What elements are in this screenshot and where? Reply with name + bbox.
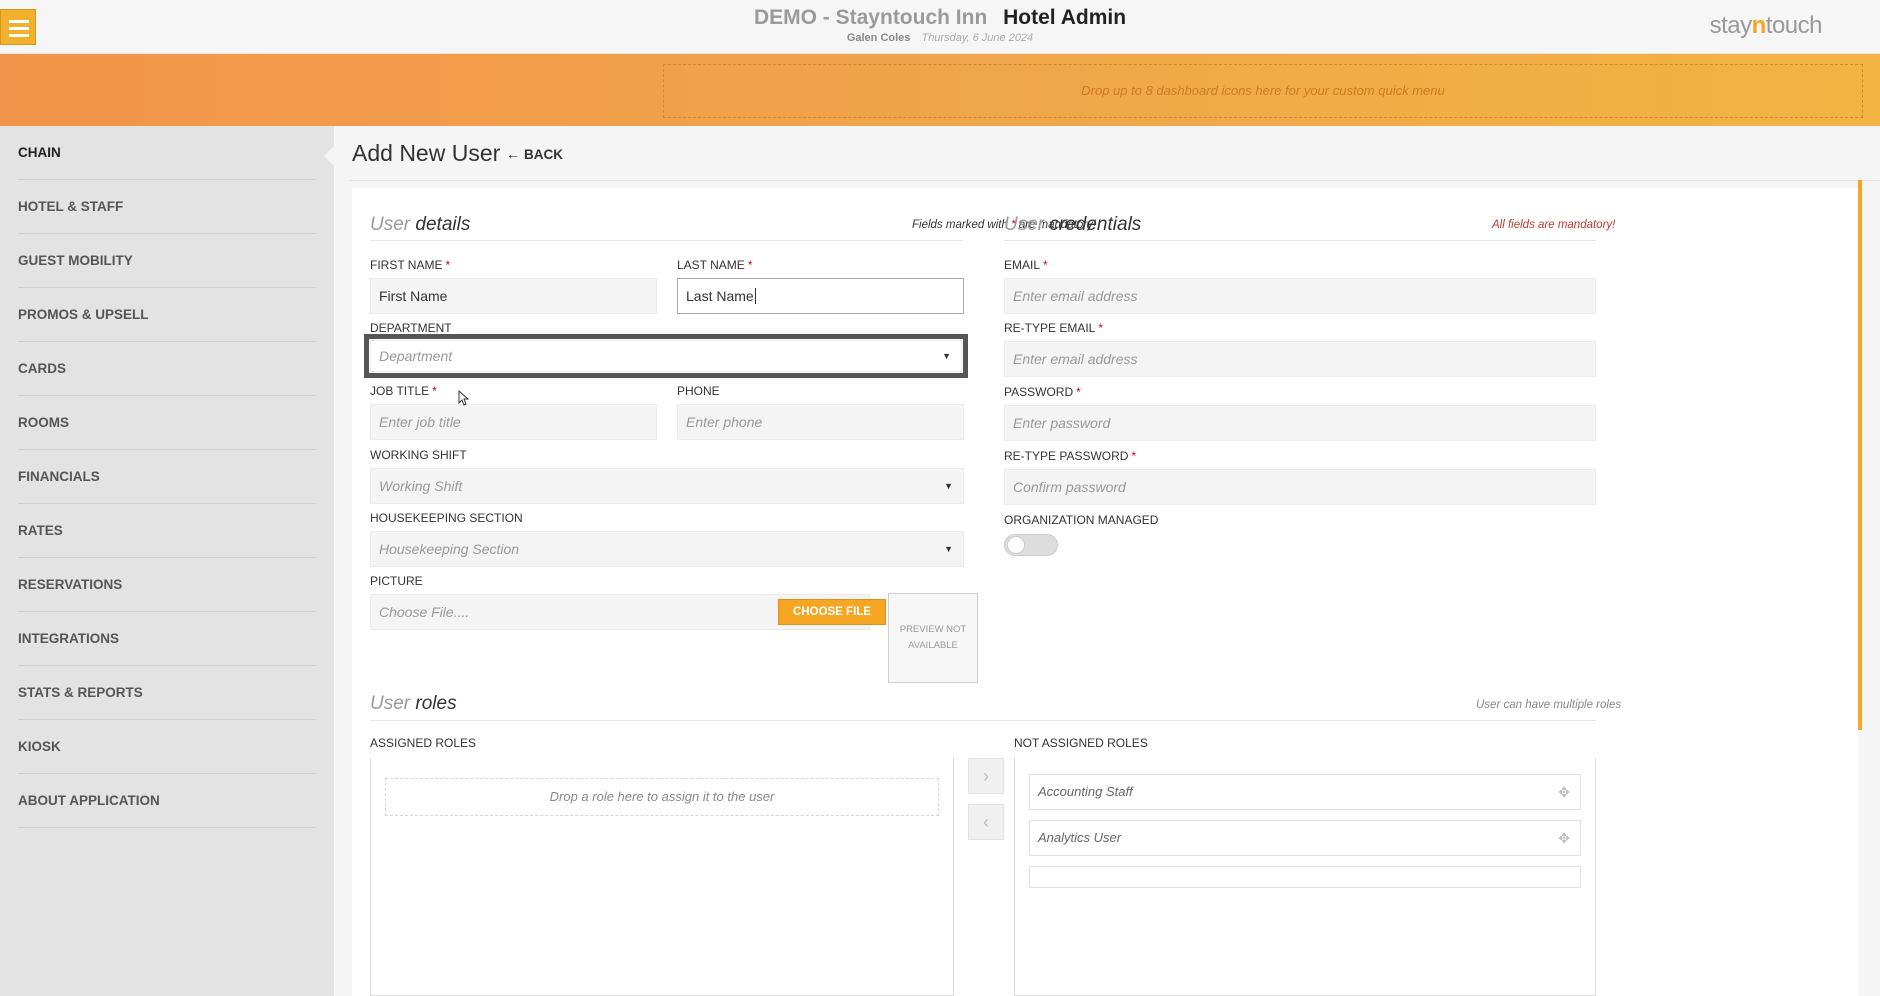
retype-email-label: RE-TYPE EMAIL * <box>1004 321 1104 335</box>
retype-password-input[interactable]: Confirm password <box>1004 469 1596 505</box>
department-label: DEPARTMENT <box>370 321 452 335</box>
user-credentials-heading: User credentials <box>1004 214 1142 235</box>
details-divider <box>370 240 962 241</box>
back-arrow-icon: ← <box>506 146 520 162</box>
working-shift-label: WORKING SHIFT <box>370 448 467 462</box>
back-button[interactable]: ← BACK <box>506 146 563 162</box>
choose-file-button[interactable]: CHOOSE FILE <box>778 599 886 625</box>
mouse-cursor-icon <box>458 390 470 406</box>
housekeeping-section-select[interactable]: Housekeeping Section ▼ <box>370 531 964 567</box>
sidebar-item-reservations[interactable]: RESERVATIONS <box>18 558 316 612</box>
first-name-label: FIRST NAME * <box>370 258 451 272</box>
phone-label: PHONE <box>677 384 720 398</box>
main-content: Add New User ← BACK User details Fields m… <box>334 126 1880 996</box>
quick-menu-dropzone[interactable]: Drop up to 8 dashboard icons here for yo… <box>663 64 1863 118</box>
working-shift-select[interactable]: Working Shift ▼ <box>370 468 964 504</box>
retype-email-input[interactable]: Enter email address <box>1004 341 1596 377</box>
password-label: PASSWORD * <box>1004 385 1081 399</box>
drag-handle-icon[interactable]: ✥ <box>1558 775 1570 809</box>
unassign-role-button[interactable]: ‹ <box>968 804 1004 840</box>
email-label: EMAIL * <box>1004 258 1048 272</box>
last-name-input[interactable]: Last Name <box>677 278 964 314</box>
dropdown-caret-icon: ▼ <box>942 351 951 361</box>
user-form-card: User details Fields marked with * are ma… <box>352 188 1858 996</box>
picture-label: PICTURE <box>370 574 423 588</box>
assigned-roles-dropzone[interactable]: Drop a role here to assign it to the use… <box>385 778 939 816</box>
sidebar-item-about-application[interactable]: ABOUT APPLICATION <box>18 774 316 828</box>
last-name-label: LAST NAME * <box>677 258 753 272</box>
job-title-input[interactable]: Enter job title <box>370 404 657 440</box>
credentials-mandatory-note: All fields are mandatory! <box>1492 219 1616 231</box>
not-assigned-roles-box: Accounting Staff ✥ Analytics User ✥ <box>1014 758 1596 996</box>
user-details-heading: User details <box>370 214 471 235</box>
scrollbar[interactable] <box>1858 180 1862 730</box>
header-title-block: DEMO - Stayntouch Inn Hotel Admin Galen … <box>0 6 1880 44</box>
business-date: Thursday, 6 June 2024 <box>921 32 1034 44</box>
email-input[interactable]: Enter email address <box>1004 278 1596 314</box>
sidebar-item-financials[interactable]: FINANCIALS <box>18 450 316 504</box>
role-item-analytics-user[interactable]: Analytics User ✥ <box>1029 820 1581 856</box>
dashboard-band: Drop up to 8 dashboard icons here for yo… <box>0 54 1880 126</box>
sidebar-item-hotel-staff[interactable]: HOTEL & STAFF <box>18 180 316 234</box>
role-item-accounting-staff[interactable]: Accounting Staff ✥ <box>1029 774 1581 810</box>
title-divider <box>350 180 1880 181</box>
app-name: Hotel Admin <box>1003 6 1127 29</box>
stayntouch-logo: stayntouch <box>1709 12 1823 39</box>
top-header: DEMO - Stayntouch Inn Hotel Admin Galen … <box>0 0 1880 54</box>
sidebar-item-guest-mobility[interactable]: GUEST MOBILITY <box>18 234 316 288</box>
housekeeping-section-label: HOUSEKEEPING SECTION <box>370 511 523 525</box>
sidebar-item-rooms[interactable]: ROOMS <box>18 396 316 450</box>
sidebar-item-integrations[interactable]: INTEGRATIONS <box>18 612 316 666</box>
page-title: Add New User <box>352 140 501 166</box>
assign-role-button[interactable]: › <box>968 758 1004 794</box>
chevron-left-icon: ‹ <box>983 812 989 832</box>
chevron-right-icon: › <box>983 766 989 786</box>
password-input[interactable]: Enter password <box>1004 405 1596 441</box>
first-name-input[interactable]: First Name <box>370 278 657 314</box>
roles-divider <box>370 720 1596 721</box>
assigned-roles-box: Drop a role here to assign it to the use… <box>370 758 954 996</box>
drag-handle-icon[interactable]: ✥ <box>1558 821 1570 855</box>
not-assigned-roles-label: NOT ASSIGNED ROLES <box>1014 736 1148 750</box>
dropdown-caret-icon: ▼ <box>944 481 953 491</box>
sidebar-item-rates[interactable]: RATES <box>18 504 316 558</box>
user-roles-heading: User roles <box>370 693 457 714</box>
organization-managed-label: ORGANIZATION MANAGED <box>1004 513 1159 527</box>
sidebar-item-stats-reports[interactable]: STATS & REPORTS <box>18 666 316 720</box>
sidebar-item-cards[interactable]: CARDS <box>18 342 316 396</box>
job-title-label: JOB TITLE * <box>370 384 437 398</box>
role-item-partial[interactable] <box>1029 866 1581 888</box>
admin-sidebar: CHAIN HOTEL & STAFF GUEST MOBILITY PROMO… <box>0 126 334 996</box>
department-select[interactable]: Department ▼ <box>370 340 962 372</box>
toggle-knob <box>1007 536 1025 554</box>
dropdown-caret-icon: ▼ <box>944 544 953 554</box>
assigned-roles-label: ASSIGNED ROLES <box>370 736 477 750</box>
phone-input[interactable]: Enter phone <box>677 404 964 440</box>
sidebar-item-promos-upsell[interactable]: PROMOS & UPSELL <box>18 288 316 342</box>
retype-password-label: RE-TYPE PASSWORD * <box>1004 449 1137 463</box>
sidebar-item-chain[interactable]: CHAIN <box>18 126 316 180</box>
current-user: Galen Coles <box>846 32 911 44</box>
sidebar-item-kiosk[interactable]: KIOSK <box>18 720 316 774</box>
hotel-name: DEMO - Stayntouch Inn <box>753 6 988 29</box>
picture-preview: PREVIEW NOT AVAILABLE <box>888 593 978 683</box>
active-item-pointer <box>324 146 334 166</box>
credentials-divider <box>1004 240 1596 241</box>
roles-note: User can have multiple roles <box>1476 699 1622 711</box>
organization-managed-toggle[interactable] <box>1004 534 1058 556</box>
